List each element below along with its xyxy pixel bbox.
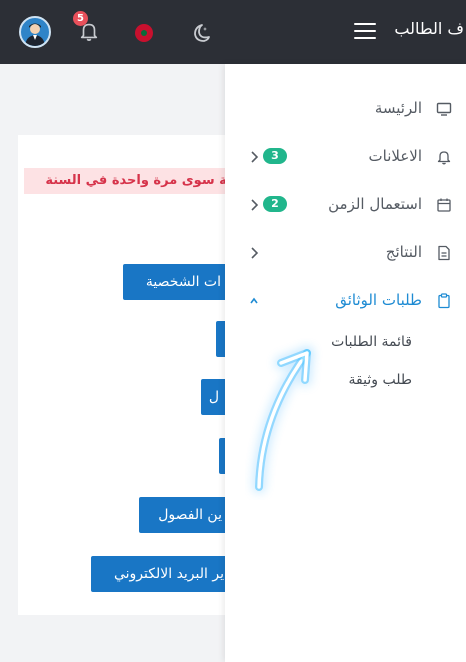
file-icon	[438, 245, 450, 261]
chevron-right-icon	[251, 247, 259, 259]
sidebar-item-timetable[interactable]: استعمال الزمن 2	[225, 185, 466, 225]
personal-info-button[interactable]: ات الشخصية	[123, 264, 233, 300]
sidebar-item-home[interactable]: الرئيسة	[225, 89, 466, 129]
menu-toggle-button[interactable]	[354, 23, 376, 41]
count-badge: 3	[263, 148, 287, 164]
clipboard-icon	[438, 293, 450, 309]
sidebar-item-document-requests[interactable]: طلبات الوثائق	[225, 281, 466, 321]
semesters-button[interactable]: ين الفصول	[139, 497, 234, 533]
notification-badge: 5	[73, 11, 88, 26]
user-avatar[interactable]	[19, 16, 51, 48]
chevron-right-icon	[251, 199, 259, 211]
monitor-icon	[436, 102, 452, 116]
sidebar-item-announcements[interactable]: الاعلانات 3	[225, 137, 466, 177]
user-icon	[25, 23, 45, 46]
top-bar: 5 ف الطالب	[0, 0, 466, 64]
dark-mode-moon-icon[interactable]	[188, 21, 212, 45]
chevron-up-icon	[250, 297, 258, 304]
language-flag-icon[interactable]	[135, 24, 153, 42]
sidebar-item-label: استعمال الزمن	[328, 195, 422, 213]
pointer-arrow-annotation	[255, 349, 311, 491]
sidebar-item-label: الاعلانات	[368, 147, 423, 165]
sidebar-subitem-request-document[interactable]: طلب وثيقة	[349, 372, 412, 388]
sidebar-item-label: طلبات الوثائق	[335, 291, 422, 309]
sidebar-item-label: النتائج	[385, 243, 422, 261]
bell-icon	[437, 151, 451, 165]
app-title: ف الطالب	[394, 19, 464, 38]
alert-message: وية سوى مرة واحدة في السنة	[24, 168, 244, 194]
sidebar-subitem-requests-list[interactable]: قائمة الطلبات	[331, 334, 412, 350]
count-badge: 2	[263, 196, 287, 212]
sidebar-item-results[interactable]: النتائج	[225, 233, 466, 273]
sidebar-item-label: الرئيسة	[374, 99, 422, 117]
calendar-icon	[437, 198, 451, 212]
email-change-button[interactable]: ير البريد الالكتروني	[91, 556, 236, 592]
chevron-right-icon	[251, 151, 259, 163]
